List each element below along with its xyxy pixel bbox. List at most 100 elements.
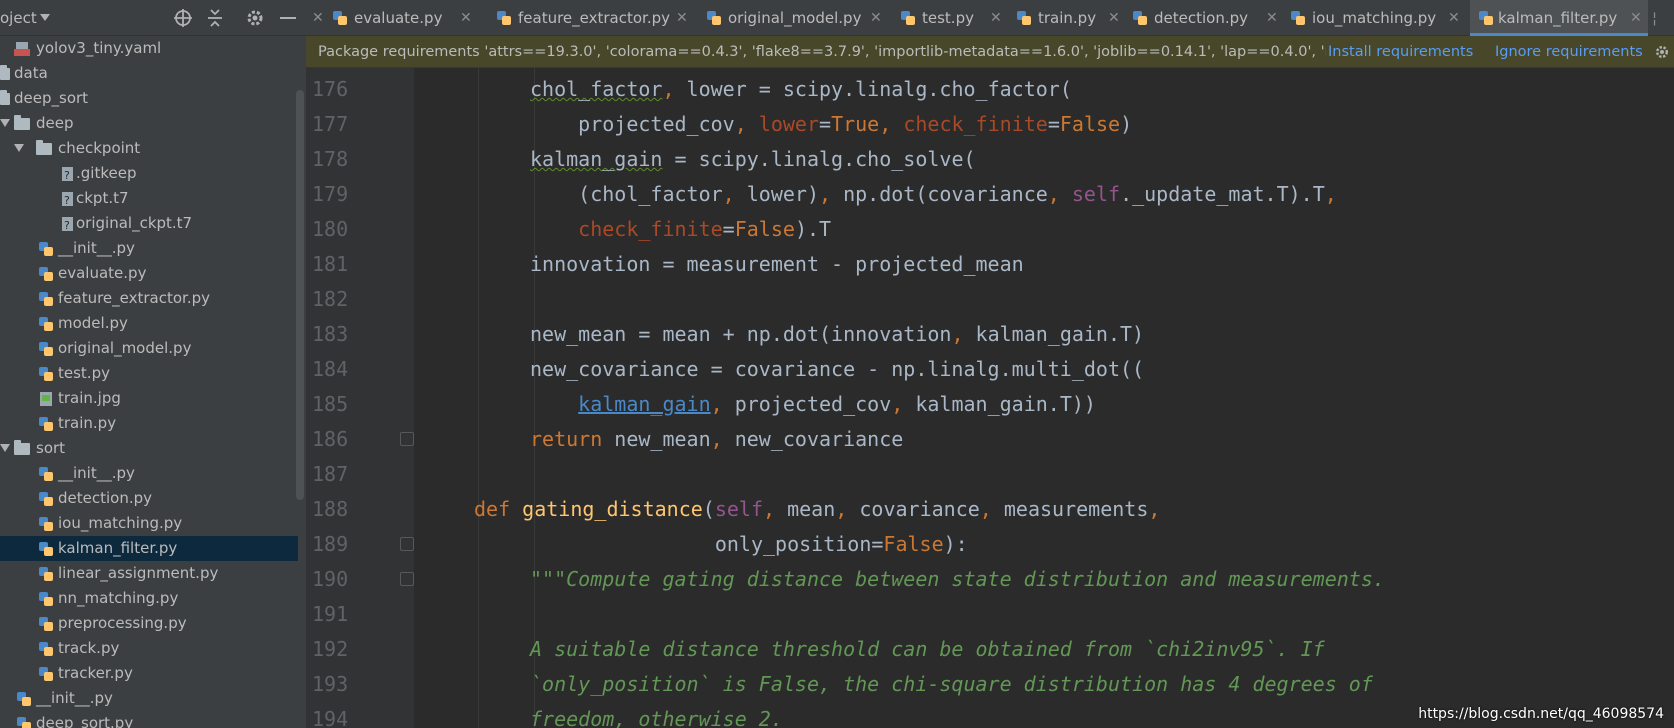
tab-overflow-indicator[interactable]: ¦ [1652, 0, 1664, 36]
tab-label: original_model.py [728, 9, 862, 27]
line-number: 187 [312, 462, 349, 486]
tree-item[interactable]: iou_matching.py [0, 511, 298, 536]
gear-icon[interactable] [245, 8, 265, 28]
tree-item[interactable]: model.py [0, 311, 298, 336]
code-token: mean [775, 497, 836, 521]
code-line[interactable]: `only_position` is False, the chi-square… [530, 667, 1373, 702]
tree-item[interactable]: original_model.py [0, 336, 298, 361]
code-line[interactable]: def gating_distance(self, mean, covarian… [474, 492, 1160, 527]
tree-item[interactable]: feature_extractor.py [0, 286, 298, 311]
sidebar-scrollbar[interactable] [296, 90, 304, 500]
tree-item[interactable]: linear_assignment.py [0, 561, 298, 586]
tree-item[interactable]: train.jpg [0, 386, 298, 411]
tree-item[interactable]: __init__.py [0, 686, 298, 711]
crosshair-icon[interactable] [173, 8, 193, 28]
tree-item[interactable]: nn_matching.py [0, 586, 298, 611]
close-icon[interactable]: ✕ [1108, 0, 1120, 36]
code-line[interactable]: kalman_gain = scipy.linalg.cho_solve( [530, 142, 976, 177]
code-line[interactable]: new_covariance = covariance - np.linalg.… [530, 352, 1144, 387]
code-line[interactable]: A suitable distance threshold can be obt… [530, 632, 1325, 667]
tree-item[interactable]: yolov3_tiny.yaml [0, 36, 298, 61]
tree-item-label: original_ckpt.t7 [76, 214, 193, 232]
code-line[interactable]: (chol_factor, lower), np.dot(covariance,… [530, 177, 1337, 212]
tab-test[interactable]: test.py ✕ [900, 0, 1006, 36]
tab-detection[interactable]: detection.py ✕ [1132, 0, 1280, 36]
chevron-down-icon[interactable] [40, 14, 50, 21]
tree-item[interactable]: checkpoint [0, 136, 298, 161]
ignore-requirements-link[interactable]: Ignore requirements [1495, 36, 1643, 68]
close-icon[interactable]: ✕ [1266, 0, 1278, 36]
tab-evaluate[interactable]: evaluate.py ✕ [332, 0, 478, 36]
code-line[interactable]: projected_cov, lower=True, check_finite=… [530, 107, 1132, 142]
code-line[interactable]: new_mean = mean + np.dot(innovation, kal… [530, 317, 1144, 352]
tree-item[interactable]: deep_sort.py [0, 711, 298, 728]
tree-item[interactable]: __init__.py [0, 236, 298, 261]
gear-icon[interactable] [1654, 44, 1670, 60]
tab-kalman-filter[interactable]: kalman_filter.py ✕ [1470, 0, 1648, 36]
code-line[interactable]: chol_factor, lower = scipy.linalg.cho_fa… [530, 72, 1072, 107]
tree-item-label: detection.py [58, 489, 153, 507]
tree-item[interactable]: track.py [0, 636, 298, 661]
tree-item[interactable]: __init__.py [0, 461, 298, 486]
tree-item[interactable]: ? original_ckpt.t7 [0, 211, 298, 236]
close-icon[interactable]: ✕ [460, 0, 472, 36]
svg-text:?: ? [64, 169, 70, 182]
install-requirements-link[interactable]: Install requirements [1328, 36, 1473, 68]
tab-feature-extractor[interactable]: feature_extractor.py ✕ [496, 0, 692, 36]
tree-item[interactable]: preprocessing.py [0, 611, 298, 636]
code-line[interactable]: """Compute gating distance between state… [530, 562, 1385, 597]
code-token: ._update_mat.T).T [1120, 182, 1325, 206]
code-token: , [710, 392, 723, 416]
close-icon[interactable]: ✕ [870, 0, 882, 36]
chevron-down-icon[interactable] [0, 444, 10, 452]
python-file-icon [1291, 11, 1305, 25]
tree-item[interactable]: sort [0, 436, 298, 461]
tree-item[interactable]: ? ckpt.t7 [0, 186, 298, 211]
code-token: self [714, 497, 764, 521]
fold-marker-icon[interactable] [400, 537, 414, 551]
tree-item[interactable]: deep [0, 111, 298, 136]
collapse-all-icon[interactable] [205, 8, 225, 28]
tree-item[interactable]: evaluate.py [0, 261, 298, 286]
minus-icon[interactable] [278, 8, 298, 28]
code-line[interactable]: freedom, otherwise 2. [530, 702, 783, 728]
code-line[interactable]: kalman_gain, projected_cov, kalman_gain.… [530, 387, 1096, 422]
close-icon[interactable]: ✕ [1630, 0, 1642, 36]
code-token: projected_cov [722, 392, 892, 416]
project-panel-title[interactable]: oject [0, 9, 37, 27]
code-token: `only_position` is False, the chi-square… [530, 672, 1373, 696]
code-token: only_position= [474, 532, 884, 556]
chevron-down-icon[interactable] [14, 144, 24, 152]
code-token: new_mean [602, 427, 711, 451]
code-line[interactable]: innovation = measurement - projected_mea… [530, 247, 1024, 282]
tab-iou-matching[interactable]: iou_matching.py ✕ [1290, 0, 1462, 36]
python-file-icon [39, 617, 53, 631]
python-file-icon [39, 317, 53, 331]
tree-item-label: deep_sort.py [36, 714, 134, 728]
code-token: self [1071, 182, 1121, 206]
fold-marker-icon[interactable] [400, 432, 414, 446]
fold-marker-icon[interactable] [400, 572, 414, 586]
tree-item[interactable]: deep_sort [0, 86, 298, 111]
code-line[interactable]: return new_mean, new_covariance [530, 422, 903, 457]
tab-overflow-close[interactable]: ✕ [310, 0, 324, 36]
tab-original-model[interactable]: original_model.py ✕ [706, 0, 882, 36]
code-line[interactable]: check_finite=False).T [530, 212, 831, 247]
tab-train[interactable]: train.py ✕ [1016, 0, 1122, 36]
close-icon[interactable]: ✕ [676, 0, 688, 36]
code-token: , [951, 322, 964, 346]
tree-item[interactable]: data [0, 61, 298, 86]
python-file-icon [17, 717, 31, 728]
code-line[interactable]: only_position=False): [474, 527, 968, 562]
tree-item[interactable]: ? .gitkeep [0, 161, 298, 186]
code-token: , [710, 427, 723, 451]
chevron-down-icon[interactable] [0, 119, 10, 127]
tree-item-selected[interactable]: kalman_filter.py [0, 536, 298, 561]
tree-item[interactable]: train.py [0, 411, 298, 436]
close-icon[interactable]: ✕ [990, 0, 1002, 36]
tree-item[interactable]: tracker.py [0, 661, 298, 686]
tree-item[interactable]: detection.py [0, 486, 298, 511]
close-icon[interactable]: ✕ [1448, 0, 1460, 36]
close-icon[interactable]: ✕ [312, 0, 324, 36]
tree-item[interactable]: test.py [0, 361, 298, 386]
